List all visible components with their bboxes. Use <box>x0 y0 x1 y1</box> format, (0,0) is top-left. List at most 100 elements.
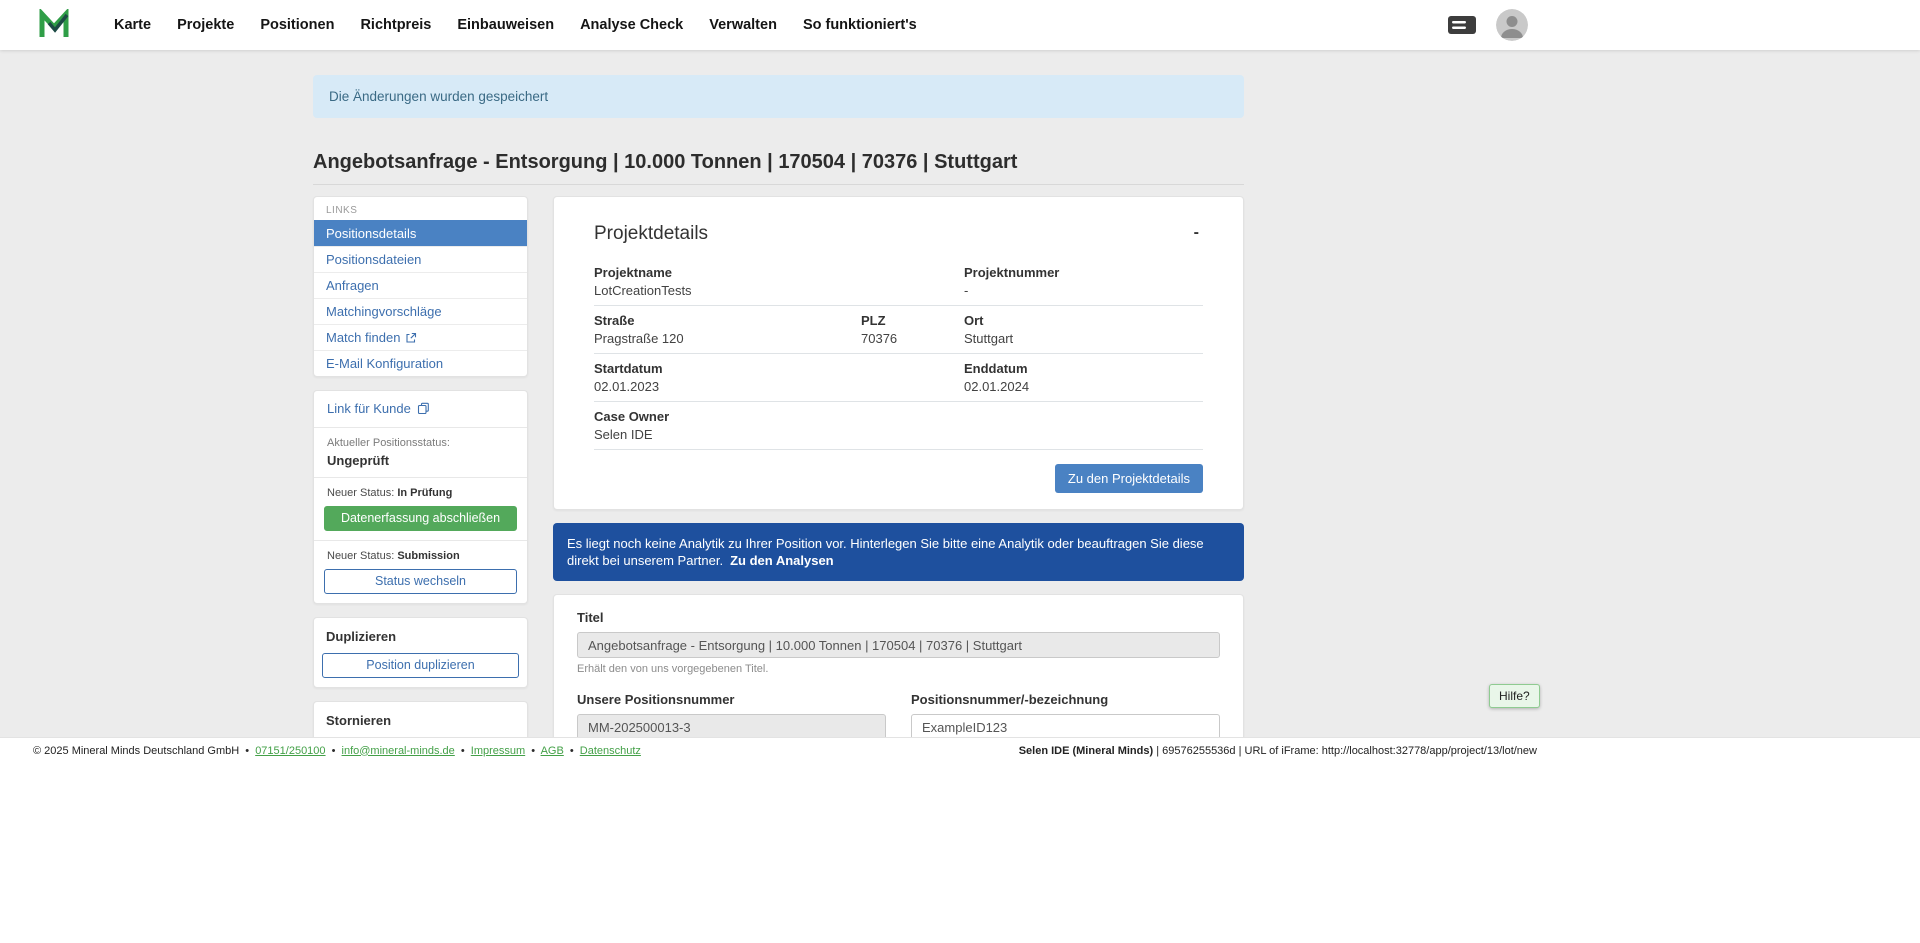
sidebar-item-email-konfiguration[interactable]: E-Mail Konfiguration <box>314 350 527 376</box>
user-avatar[interactable] <box>1496 9 1528 41</box>
sidebar-item-label: Match finden <box>326 330 400 345</box>
duplicate-card-title: Duplizieren <box>322 629 519 644</box>
datenschutz-link[interactable]: Datenschutz <box>580 745 641 757</box>
collapse-panel-button[interactable]: - <box>1190 223 1203 243</box>
title-field-label: Titel <box>577 610 1220 625</box>
navbar-right <box>1447 9 1528 41</box>
nav-item-richtpreis[interactable]: Richtpreis <box>360 17 431 33</box>
field-label: Projektname <box>594 265 964 280</box>
field-value: Pragstraße 120 <box>594 331 861 346</box>
sidebar-item-positionsdateien[interactable]: Positionsdateien <box>314 246 527 272</box>
sidebar-links-card: LINKS Positionsdetails Positionsdateien … <box>313 196 528 377</box>
footer-meta: | 69576255536d | URL of iFrame: http://l… <box>1153 745 1537 757</box>
field-value: 70376 <box>861 331 964 346</box>
field-label: Projektnummer <box>964 265 1203 280</box>
to-project-details-button[interactable]: Zu den Projektdetails <box>1055 464 1203 493</box>
field-value: - <box>964 283 1203 298</box>
position-number-group: Positionsnummer/-bezeichnung Z.B. Intern… <box>911 692 1220 737</box>
field-label: PLZ <box>861 313 964 328</box>
field-enddatum: Enddatum 02.01.2024 <box>964 361 1203 394</box>
sidebar-item-positionsdetails[interactable]: Positionsdetails <box>314 220 527 246</box>
sidebar-item-match-finden[interactable]: Match finden <box>314 324 527 350</box>
main-nav: Karte Projekte Positionen Richtpreis Ein… <box>114 17 917 33</box>
analytics-banner-text: Es liegt noch keine Analytik zu Ihrer Po… <box>567 536 1204 568</box>
app-viewport: Karte Projekte Positionen Richtpreis Ein… <box>0 0 1920 943</box>
success-alert: Die Änderungen wurden gespeichert <box>313 75 1244 118</box>
our-position-number-group: Unsere Positionsnummer Erhält eine syste… <box>577 692 886 737</box>
field-ort: Ort Stuttgart <box>964 313 1203 346</box>
impressum-link[interactable]: Impressum <box>471 745 525 757</box>
footer-separator: • <box>531 745 535 757</box>
nav-item-analyse-check[interactable]: Analyse Check <box>580 17 683 33</box>
field-startdatum: Startdatum 02.01.2023 <box>594 361 964 394</box>
agb-link[interactable]: AGB <box>541 745 564 757</box>
nav-item-verwalten[interactable]: Verwalten <box>709 17 777 33</box>
switch-status-button[interactable]: Status wechseln <box>324 569 517 594</box>
email-link[interactable]: info@mineral-minds.de <box>342 745 455 757</box>
position-number-input[interactable] <box>911 714 1220 737</box>
person-icon <box>1496 9 1528 41</box>
current-status-section: Aktueller Positionsstatus: Ungeprüft <box>314 428 527 478</box>
title-field-group: Titel Erhält den von uns vorgegebenen Ti… <box>577 610 1220 675</box>
next-status-section-2: Neuer Status: Submission Status wechseln <box>314 541 527 603</box>
customer-link-label: Link für Kunde <box>327 401 411 416</box>
project-details-title: Projektdetails <box>594 223 708 245</box>
field-label: Ort <box>964 313 1203 328</box>
customer-link[interactable]: Link für Kunde <box>324 401 430 416</box>
nav-item-einbauweisen[interactable]: Einbauweisen <box>457 17 554 33</box>
brand-logo[interactable] <box>38 9 70 41</box>
duplicate-position-button[interactable]: Position duplizieren <box>322 653 519 678</box>
duplicate-card: Duplizieren Position duplizieren <box>313 617 528 688</box>
position-form-card: Titel Erhält den von uns vorgegebenen Ti… <box>553 594 1244 737</box>
complete-data-entry-button[interactable]: Datenerfassung abschließen <box>324 506 517 531</box>
current-status-value: Ungeprüft <box>324 453 517 468</box>
nav-item-positionen[interactable]: Positionen <box>260 17 334 33</box>
top-navbar: Karte Projekte Positionen Richtpreis Ein… <box>0 0 1920 50</box>
field-value: 02.01.2023 <box>594 379 964 394</box>
field-label: Enddatum <box>964 361 1203 376</box>
position-number-label: Positionsnummer/-bezeichnung <box>911 692 1220 707</box>
project-details-table: Projektname LotCreationTests Projektnumm… <box>594 258 1203 450</box>
external-link-icon <box>405 332 417 344</box>
cancel-card: Stornieren Stornieren <box>313 701 528 737</box>
cancel-card-title: Stornieren <box>322 713 519 728</box>
footer: © 2025 Mineral Minds Deutschland GmbH • … <box>0 737 1920 763</box>
our-position-number-input[interactable] <box>577 714 886 737</box>
project-details-actions: Zu den Projektdetails <box>594 450 1203 493</box>
footer-separator: • <box>461 745 465 757</box>
copyright-text: © 2025 Mineral Minds Deutschland GmbH <box>33 745 239 757</box>
footer-user: Selen IDE (Mineral Minds) <box>1019 745 1153 757</box>
mineral-minds-logo-icon <box>38 9 70 41</box>
server-icon[interactable] <box>1447 14 1477 36</box>
footer-right: Selen IDE (Mineral Minds) | 69576255536d… <box>1019 745 1537 757</box>
table-row: Startdatum 02.01.2023 Enddatum 02.01.202… <box>594 354 1203 402</box>
customer-link-section: Link für Kunde <box>314 391 527 428</box>
nav-item-projekte[interactable]: Projekte <box>177 17 234 33</box>
links-header: LINKS <box>314 197 527 220</box>
nav-item-so-funktionierts[interactable]: So funktioniert's <box>803 17 917 33</box>
footer-left: © 2025 Mineral Minds Deutschland GmbH • … <box>33 745 641 757</box>
sidebar-item-anfragen[interactable]: Anfragen <box>314 272 527 298</box>
table-row: Case Owner Selen IDE <box>594 402 1203 450</box>
sidebar: LINKS Positionsdetails Positionsdateien … <box>313 196 528 737</box>
field-value: Selen IDE <box>594 427 964 442</box>
phone-link[interactable]: 07151/250100 <box>255 745 325 757</box>
help-button[interactable]: Hilfe? <box>1489 684 1540 708</box>
to-analyses-link[interactable]: Zu den Analysen <box>730 553 834 568</box>
project-details-card: Projektdetails - Projektname LotCreation… <box>553 196 1244 510</box>
sidebar-item-matchingvorschlaege[interactable]: Matchingvorschläge <box>314 298 527 324</box>
field-label: Straße <box>594 313 861 328</box>
nav-item-karte[interactable]: Karte <box>114 17 151 33</box>
title-input[interactable] <box>577 632 1220 658</box>
our-position-number-label: Unsere Positionsnummer <box>577 692 886 707</box>
position-number-row: Unsere Positionsnummer Erhält eine syste… <box>577 692 1220 737</box>
field-strasse: Straße Pragstraße 120 <box>594 313 861 346</box>
status-card: Link für Kunde Aktueller Positionsstatus… <box>313 390 528 604</box>
field-projektnummer: Projektnummer - <box>964 265 1203 298</box>
field-value: Stuttgart <box>964 331 1203 346</box>
field-label: Case Owner <box>594 409 964 424</box>
project-details-header: Projektdetails - <box>594 223 1203 245</box>
page-title: Angebotsanfrage - Entsorgung | 10.000 To… <box>313 151 1244 185</box>
two-column-layout: LINKS Positionsdetails Positionsdateien … <box>313 196 1244 737</box>
field-case-owner: Case Owner Selen IDE <box>594 409 964 442</box>
